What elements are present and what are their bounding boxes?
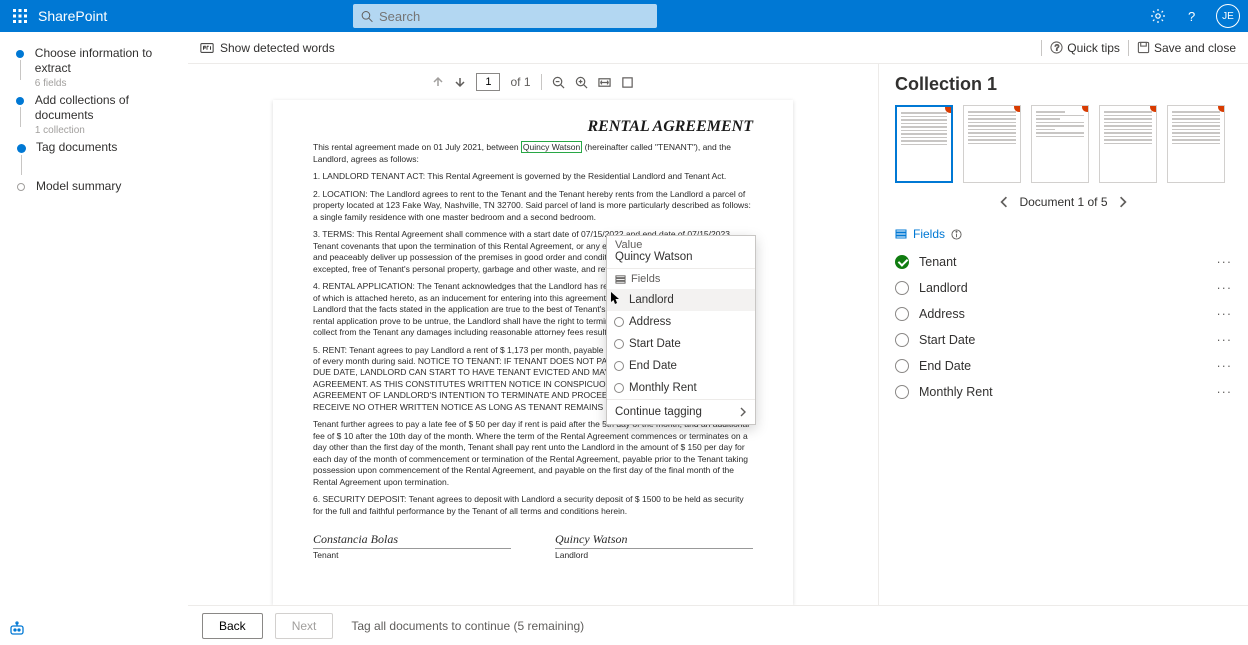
thumb-2[interactable] (963, 105, 1021, 183)
field-row-tenant[interactable]: Tenant··· (895, 249, 1232, 275)
main-panel: Show detected words ? Quick tips Save an… (188, 32, 1248, 645)
field-row-address[interactable]: Address··· (895, 301, 1232, 327)
popup-option-landlord[interactable]: Landlord (607, 289, 755, 311)
next-button: Next (275, 613, 334, 639)
untagged-dot-icon (1218, 105, 1225, 112)
popup-value: Quincy Watson (607, 251, 755, 268)
empty-status-icon (895, 333, 909, 347)
collection-title: Collection 1 (895, 74, 1232, 95)
check-icon (895, 255, 909, 269)
svg-text:?: ? (1188, 9, 1195, 23)
back-button[interactable]: Back (202, 613, 263, 639)
untagged-dot-icon (1082, 105, 1089, 112)
field-row-end-date[interactable]: End Date··· (895, 353, 1232, 379)
document-viewer: of 1 RENTAL AGREEMENT This rental agreem… (188, 64, 878, 605)
empty-status-icon (895, 307, 909, 321)
page-of-label: of 1 (510, 75, 530, 89)
search-input[interactable] (379, 9, 649, 24)
chevron-right-icon (739, 407, 747, 417)
settings-icon[interactable] (1148, 6, 1168, 26)
arrow-up-icon[interactable] (432, 76, 444, 88)
more-icon[interactable]: ··· (1217, 333, 1233, 347)
chevron-right-icon[interactable] (1118, 196, 1128, 208)
steps-sidebar: Choose information to extract6 fields Ad… (0, 32, 188, 645)
chatbot-icon[interactable] (8, 621, 26, 639)
zoom-out-icon[interactable] (552, 76, 565, 89)
fields-icon (615, 274, 626, 285)
save-close-link[interactable]: Save and close (1137, 41, 1236, 55)
fields-icon (895, 228, 907, 240)
field-list: Tenant··· Landlord··· Address··· Start D… (895, 249, 1232, 405)
step-tag-documents[interactable]: Tag documents (14, 140, 178, 175)
fit-width-icon[interactable] (598, 76, 611, 89)
svg-text:?: ? (1055, 42, 1060, 52)
brand-label: SharePoint (38, 8, 107, 24)
untagged-dot-icon (1014, 105, 1021, 112)
app-header: SharePoint ? JE (0, 0, 1248, 32)
app-launcher-icon[interactable] (8, 4, 32, 28)
fit-page-icon[interactable] (621, 76, 634, 89)
more-icon[interactable]: ··· (1217, 307, 1233, 321)
user-avatar[interactable]: JE (1216, 4, 1240, 28)
thumb-1[interactable] (895, 105, 953, 183)
more-icon[interactable]: ··· (1217, 385, 1233, 399)
lightbulb-icon: ? (1050, 41, 1063, 54)
doc-nav-controls: of 1 (432, 68, 633, 96)
footer-hint: Tag all documents to continue (5 remaini… (351, 619, 584, 633)
save-icon (1137, 41, 1150, 54)
arrow-down-icon[interactable] (454, 76, 466, 88)
popup-value-label: Value (607, 236, 755, 251)
popup-fields-header: Fields (607, 268, 755, 289)
popup-option-end-date[interactable]: End Date (607, 355, 755, 377)
doc-title: RENTAL AGREEMENT (313, 118, 753, 136)
zoom-in-icon[interactable] (575, 76, 588, 89)
popup-option-address[interactable]: Address (607, 311, 755, 333)
untagged-dot-icon (1150, 105, 1157, 112)
right-panel: Collection 1 Document 1 of 5 Fields (878, 64, 1248, 605)
quick-tips-link[interactable]: ? Quick tips (1050, 41, 1120, 55)
doc-pagination: Document 1 of 5 (895, 195, 1232, 209)
show-detected-words-toggle[interactable]: Show detected words (200, 41, 335, 55)
abc-icon (200, 41, 214, 55)
field-row-monthly-rent[interactable]: Monthly Rent··· (895, 379, 1232, 405)
footer-bar: Back Next Tag all documents to continue … (188, 605, 1248, 645)
thumb-3[interactable] (1031, 105, 1089, 183)
help-icon[interactable]: ? (1182, 6, 1202, 26)
popup-continue-tagging[interactable]: Continue tagging (607, 399, 755, 424)
info-icon[interactable] (951, 229, 962, 240)
tagging-popup: Value Quincy Watson Fields Landlord Addr… (606, 235, 756, 425)
main-toolbar: Show detected words ? Quick tips Save an… (188, 32, 1248, 64)
search-box[interactable] (353, 4, 657, 28)
untagged-dot-icon (945, 105, 953, 113)
field-row-landlord[interactable]: Landlord··· (895, 275, 1232, 301)
step-add-collections[interactable]: Add collections of documents1 collection (14, 93, 178, 136)
search-container (353, 4, 657, 28)
empty-status-icon (895, 281, 909, 295)
popup-option-start-date[interactable]: Start Date (607, 333, 755, 355)
search-icon (361, 10, 373, 23)
more-icon[interactable]: ··· (1217, 359, 1233, 373)
fields-header: Fields (895, 227, 1232, 241)
more-icon[interactable]: ··· (1217, 281, 1233, 295)
doc-nav-label: Document 1 of 5 (1019, 195, 1107, 209)
field-row-start-date[interactable]: Start Date··· (895, 327, 1232, 353)
empty-status-icon (895, 385, 909, 399)
step-choose-info[interactable]: Choose information to extract6 fields (14, 46, 178, 89)
thumb-5[interactable] (1167, 105, 1225, 183)
thumbnail-strip (895, 105, 1232, 183)
thumb-4[interactable] (1099, 105, 1157, 183)
cursor-icon (610, 291, 622, 305)
empty-status-icon (895, 359, 909, 373)
chevron-left-icon[interactable] (999, 196, 1009, 208)
step-model-summary[interactable]: Model summary (14, 179, 178, 194)
page-input[interactable] (476, 73, 500, 91)
popup-option-monthly-rent[interactable]: Monthly Rent (607, 377, 755, 399)
more-icon[interactable]: ··· (1217, 255, 1233, 269)
